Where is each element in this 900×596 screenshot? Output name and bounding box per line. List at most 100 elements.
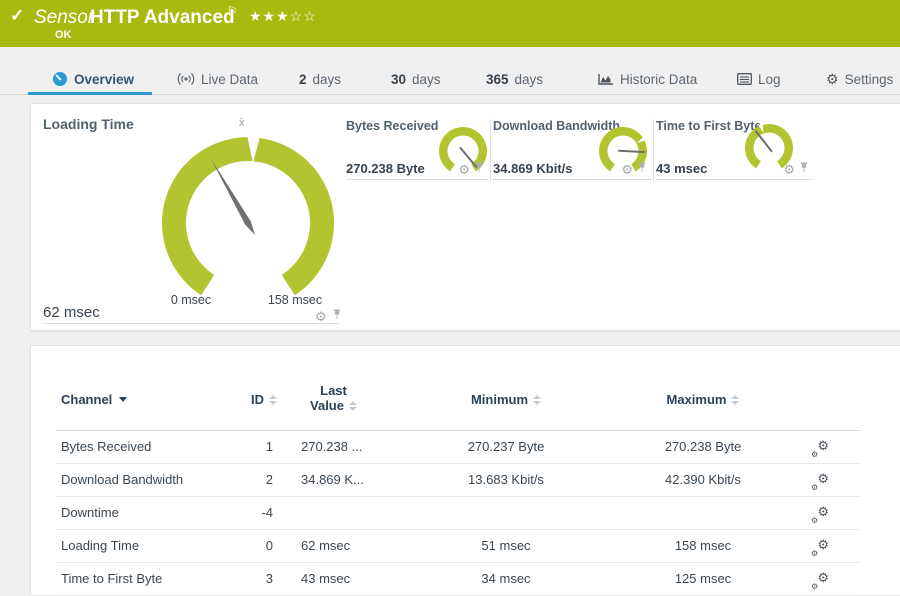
- status-ok-check-icon: ✓: [10, 6, 25, 25]
- tab-number: 30: [391, 71, 407, 87]
- maximum-value: 270.238 Byte: [664, 439, 742, 454]
- channel-settings-icon[interactable]: ⚙ ⚙: [811, 496, 833, 529]
- channel-gear-icon[interactable]: ⚙: [783, 163, 795, 176]
- pin-icon[interactable]: [799, 160, 809, 178]
- column-header-id[interactable]: ID: [181, 392, 277, 407]
- maximum-value: 125 msec: [674, 571, 732, 586]
- object-kind-label: Sensor: [34, 7, 95, 28]
- table-row: Loading Time 0 62 msec 51 msec 158 msec …: [56, 529, 861, 563]
- sort-icon: [533, 394, 542, 405]
- table-row: Time to First Byte 3 43 msec 34 msec 125…: [56, 562, 861, 596]
- column-label: Maximum: [666, 392, 727, 407]
- channel-gear-icon[interactable]: ⚙: [458, 163, 470, 176]
- column-label: Channel: [61, 392, 113, 407]
- tab-label: Settings: [844, 71, 894, 87]
- channel-settings-icon[interactable]: ⚙ ⚙: [811, 562, 833, 595]
- active-tab-underline: [28, 92, 152, 95]
- channel-id: -4: [261, 505, 273, 520]
- primary-channel-title: Loading Time: [43, 116, 134, 132]
- tab-bar: Overview Live Data 2 days 30 days 365 da…: [0, 47, 900, 95]
- tab-label: Live Data: [201, 71, 259, 87]
- tab-365-days[interactable]: 365 days: [486, 67, 543, 91]
- tab-number: 365: [486, 71, 509, 87]
- column-header-last-value[interactable]: Last Value: [271, 383, 396, 413]
- sort-desc-icon: [119, 397, 128, 402]
- status-badge: OK: [55, 29, 72, 41]
- last-value: 34.869 K...: [301, 472, 364, 487]
- broadcast-icon: [177, 72, 195, 86]
- channel-name: Time to First Byte: [61, 571, 163, 586]
- channel-settings-icon[interactable]: ⚙ ⚙: [811, 430, 833, 463]
- sort-icon: [731, 394, 740, 405]
- channel-table-panel: Channel ID Last Value Minimum Maximum By…: [30, 345, 900, 596]
- tab-30-days[interactable]: 30 days: [391, 67, 441, 91]
- flag-icon[interactable]: ⚐: [227, 4, 238, 18]
- stars-empty[interactable]: ☆☆: [290, 8, 317, 24]
- last-value: 43 msec: [301, 571, 351, 586]
- tab-historic-data[interactable]: Historic Data: [597, 67, 697, 91]
- tab-label: Historic Data: [620, 71, 698, 87]
- column-header-channel[interactable]: Channel: [61, 392, 128, 407]
- pin-icon[interactable]: [637, 160, 647, 178]
- primary-channel-value: 62 msec: [43, 304, 100, 321]
- average-marker-label: x̄: [239, 117, 245, 129]
- sensor-header: ✓ Sensor HTTP Advanced ⚐ ★★★☆☆ OK: [0, 0, 900, 47]
- pin-icon[interactable]: [474, 160, 484, 178]
- tab-settings[interactable]: ⚙ Settings: [826, 67, 893, 91]
- column-header-minimum[interactable]: Minimum: [426, 392, 586, 407]
- channel-id: 0: [265, 538, 273, 553]
- channel-value: 43 msec: [656, 161, 708, 176]
- table-row: Download Bandwidth 2 34.869 K... 13.683 …: [56, 463, 861, 497]
- channel-settings-icon[interactable]: ⚙ ⚙: [811, 463, 833, 496]
- channel-value: 270.238 Byte: [346, 161, 425, 176]
- column-label: Last: [320, 383, 347, 398]
- channel-name: Loading Time: [61, 538, 140, 553]
- tab-log[interactable]: Log: [737, 67, 781, 91]
- divider: [653, 119, 654, 181]
- tab-label: Log: [758, 71, 781, 87]
- gauge-scale-min: 0 msec: [170, 293, 212, 307]
- tab-2-days[interactable]: 2 days: [299, 67, 341, 91]
- area-chart-icon: [597, 72, 614, 86]
- channel-tile-download-bandwidth: Download Bandwidth 34.869 Kbit/s ⚙: [493, 114, 651, 180]
- channel-gear-icon[interactable]: ⚙: [621, 163, 633, 176]
- log-list-icon: [737, 73, 752, 85]
- channel-name: Downtime: [61, 505, 119, 520]
- column-label: Minimum: [470, 392, 529, 407]
- channel-tile-time-to-first-byte: Time to First Byte 43 msec ⚙: [656, 114, 813, 180]
- channel-title: Bytes Received: [346, 119, 439, 133]
- divider: [490, 119, 491, 181]
- tab-label: days: [514, 71, 544, 87]
- channel-name: Download Bandwidth: [61, 472, 184, 487]
- channel-settings-icon[interactable]: ⚙ ⚙: [811, 529, 833, 562]
- tab-label: Overview: [74, 71, 135, 87]
- channel-gear-icon[interactable]: ⚙: [315, 310, 327, 323]
- channel-name: Bytes Received: [61, 439, 152, 454]
- minimum-value: 270.237 Byte: [467, 439, 545, 454]
- last-value: 62 msec: [301, 538, 351, 553]
- channel-id: 3: [265, 571, 273, 586]
- channel-value: 34.869 Kbit/s: [493, 161, 573, 176]
- gauge-scale-max: 158 msec: [267, 293, 323, 307]
- minimum-value: [426, 496, 586, 529]
- maximum-value: [623, 496, 783, 529]
- minimum-value: 51 msec: [481, 538, 531, 553]
- maximum-value: 158 msec: [674, 538, 732, 553]
- channel-id: 1: [265, 439, 273, 454]
- column-label: ID: [251, 392, 264, 407]
- tab-number: 2: [299, 71, 307, 87]
- tab-live-data[interactable]: Live Data: [177, 67, 258, 91]
- column-header-maximum[interactable]: Maximum: [623, 392, 783, 407]
- divider: [43, 323, 339, 324]
- gear-icon: ⚙: [826, 70, 839, 87]
- tab-overview[interactable]: Overview: [52, 67, 134, 91]
- minimum-value: 34 msec: [481, 571, 531, 586]
- page-title: HTTP Advanced: [90, 7, 235, 28]
- gauges-panel: Loading Time x̄ 0 msec 158 msec 62 msec …: [30, 103, 900, 331]
- priority-stars[interactable]: ★★★☆☆: [249, 8, 317, 25]
- tab-label: days: [312, 71, 342, 87]
- gauge-icon: [52, 71, 68, 87]
- maximum-value: 42.390 Kbit/s: [665, 472, 741, 487]
- channel-id: 2: [265, 472, 273, 487]
- stars-filled[interactable]: ★★★: [249, 8, 290, 24]
